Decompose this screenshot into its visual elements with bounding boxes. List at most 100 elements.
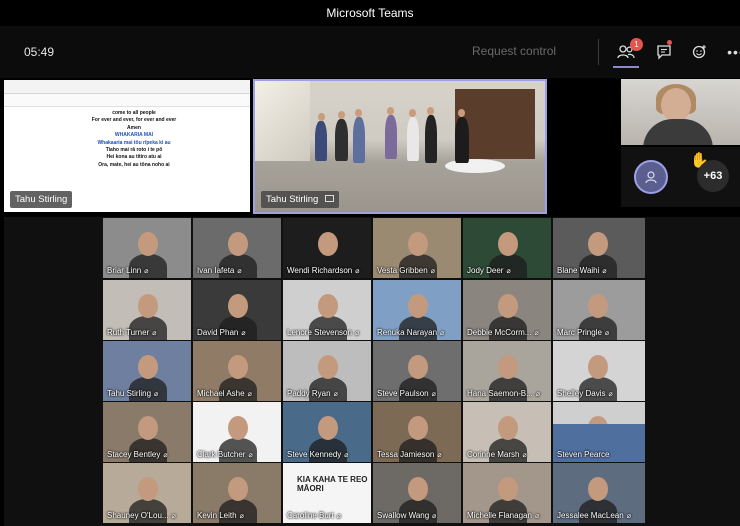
participant-name: Renuka Narayan [377,328,438,337]
participant-head [138,416,158,440]
participant-head [498,477,518,501]
participant-video-tile[interactable]: Vesta Gribben ⌀ [373,218,461,278]
participant-name-label: Lenore Stevenson ⌀ [287,328,359,337]
participant-head [138,232,158,256]
mic-muted-icon: ⌀ [171,513,176,520]
participant-video-tile[interactable]: Blane Waihi ⌀ [553,218,645,278]
participant-head [408,355,428,379]
participant-name-label: Kevin Leith ⌀ [197,511,244,520]
mic-muted-icon: ⌀ [431,391,436,398]
participant-name-label: Steven Pearce [557,450,610,459]
participant-head [408,232,428,256]
self-video-tile[interactable] [621,79,740,145]
request-control-button[interactable]: Request control [472,44,556,58]
participant-name: Michelle Flanagan [467,511,532,520]
participant-name: Shauney O'Lou... [107,511,169,520]
participant-video-tile[interactable]: Corinne Marsh ⌀ [463,402,551,462]
toolbar-divider [598,39,599,65]
participant-video-tile[interactable]: Shelley Davis ⌀ [553,341,645,401]
participant-name-label: Clark Butcher ⌀ [197,450,253,459]
shared-document-tile[interactable]: come to all people For ever and ever, fo… [4,80,250,212]
participant-video-tile[interactable]: Steve Kennedy ⌀ [283,402,371,462]
participant-head [138,477,158,501]
participants-badge: 1 [630,38,643,51]
participant-name: Marc Pringle [557,328,602,337]
participant-name-label: Wendi Richardson ⌀ [287,266,359,275]
mic-muted-icon: ⌀ [602,268,607,275]
participant-name-label: Michelle Flanagan ⌀ [467,511,539,520]
participant-video-tile[interactable]: Ruth Turner ⌀ [103,280,191,340]
doc-line: come to all people [112,110,156,116]
participant-video-tile[interactable]: Tahu Stirling ⌀ [103,341,191,401]
participant-video-tile[interactable]: Briar Linn ⌀ [103,218,191,278]
mic-muted-icon: ⌀ [440,330,445,337]
doc-line: Hei kona au titiro atu ai [106,154,162,161]
more-participants-button[interactable]: +63 [697,160,729,192]
more-actions-button[interactable]: ••• [724,40,740,64]
participant-video-tile[interactable]: Paddy Ryan ⌀ [283,341,371,401]
participant-name-label: Briar Linn ⌀ [107,266,148,275]
participant-name-label: Swallow Wang ⌀ [377,511,436,520]
participant-video-tile[interactable]: Hana Saemon-B... ⌀ [463,341,551,401]
mic-muted-icon: ⌀ [522,452,527,459]
participant-video-tile[interactable]: Lenore Stevenson ⌀ [283,280,371,340]
room-person-head [318,113,325,121]
participant-name: Hana Saemon-B... [467,389,533,398]
chat-button[interactable] [652,40,676,64]
kia-kaha-logo: KIA KAHA TE REO MĀORI [297,475,368,493]
participant-head [318,232,338,256]
participant-video-tile[interactable]: Jody Deer ⌀ [463,218,551,278]
participant-video-tile[interactable]: Renuka Narayan ⌀ [373,280,461,340]
mic-muted-icon: ⌀ [437,452,442,459]
room-person [353,117,365,163]
participant-name-label: Tahu Stirling [10,191,73,208]
participant-name: David Phan [197,328,239,337]
participant-video-tile[interactable]: Tessa Jamieson ⌀ [373,402,461,462]
participant-name: Lenore Stevenson [287,328,352,337]
shared-document-text: come to all people For ever and ever, fo… [74,110,194,169]
participant-head [228,355,248,379]
word-ribbon-tools [4,94,250,107]
participant-name: Briar Linn [107,266,142,275]
participant-video-tile[interactable]: Stacey Bentley ⌀ [103,402,191,462]
doc-line: WHAKARIA MAI [114,132,154,139]
participant-head [498,294,518,318]
participant-video-tile[interactable]: Swallow Wang ⌀ [373,463,461,523]
participant-video-tile[interactable]: Shauney O'Lou... ⌀ [103,463,191,523]
participant-video-tile[interactable]: David Phan ⌀ [193,280,281,340]
mic-muted-icon: ⌀ [354,330,360,337]
participant-avatar[interactable] [634,160,668,194]
participant-video-tile[interactable]: Michael Ashe ⌀ [193,341,281,401]
mic-muted-icon: ⌀ [604,330,610,337]
mic-muted-icon: ⌀ [535,391,541,398]
participant-head [318,355,338,379]
participant-video-tile[interactable]: Caroline Burt ⌀ KIA KAHA TE REO MĀORI [283,463,371,523]
participant-name: Ruth Turner [107,328,150,337]
mic-muted-icon: ⌀ [432,513,437,520]
participant-video-tile[interactable]: Steven Pearce [553,424,645,462]
participant-video-tile[interactable]: Wendi Richardson ⌀ [283,218,371,278]
featured-room-video-tile[interactable]: Tahu Stirling [253,79,547,214]
self-body [643,119,713,145]
participant-head [318,294,338,318]
self-head [661,88,691,122]
room-person-head [338,111,345,119]
mic-muted-icon: ⌀ [144,268,149,275]
participant-video-tile[interactable]: Clark Butcher ⌀ [193,402,281,462]
participant-name: Shelley Davis [557,389,606,398]
room-person-head [409,109,416,117]
participant-video-tile[interactable]: Steve Paulson ⌀ [373,341,461,401]
participant-name-label: Debbie McCorm... ⌀ [467,328,539,337]
participant-name-label: Steve Paulson ⌀ [377,389,436,398]
participant-video-tile[interactable]: Kevin Leith ⌀ [193,463,281,523]
reactions-button[interactable] [688,40,712,64]
participant-name-label: Jody Deer ⌀ [467,266,511,275]
participant-video-tile[interactable]: Marc Pringle ⌀ [553,280,645,340]
participant-video-tile[interactable]: Jessalee MacLean ⌀ [553,463,645,523]
participant-name: Swallow Wang [377,511,430,520]
participant-video-tile[interactable]: Michelle Flanagan ⌀ [463,463,551,523]
participant-video-tile[interactable]: Ivan Iafeta ⌀ [193,218,281,278]
participant-video-tile[interactable]: Debbie McCorm... ⌀ [463,280,551,340]
participant-name-label: Stacey Bentley ⌀ [107,450,168,459]
participant-name: Blane Waihi [557,266,600,275]
